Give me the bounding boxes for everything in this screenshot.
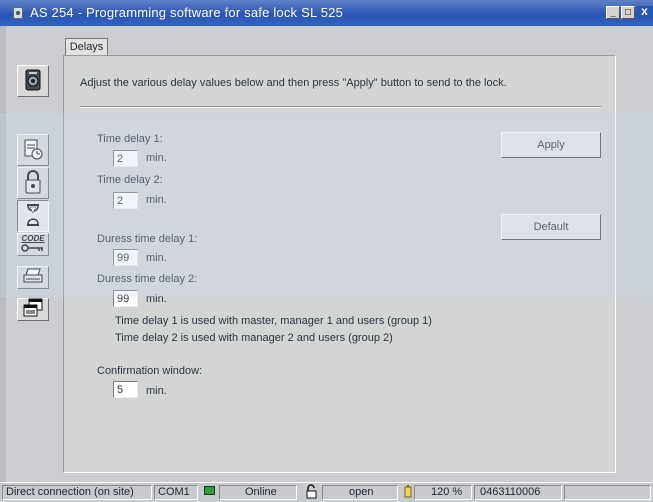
duress-delay-2-input[interactable] <box>113 290 138 307</box>
title-bar: AS 254 - Programming software for safe l… <box>0 0 653 26</box>
time-delay-1-label: Time delay 1: <box>97 133 163 145</box>
default-button[interactable]: Default <box>501 214 601 240</box>
main-window: Delays CODE <box>0 26 653 482</box>
status-lock-state: open <box>322 485 398 500</box>
duress-delay-2-unit: min. <box>146 293 167 305</box>
left-edge <box>0 26 6 482</box>
duress-delay-2-label: Duress time delay 2: <box>97 273 198 285</box>
battery-icon <box>404 485 412 501</box>
delays-panel <box>63 55 616 473</box>
note-group-1: Time delay 1 is used with master, manage… <box>115 315 432 327</box>
printer-icon <box>22 267 44 288</box>
duress-delay-1-unit: min. <box>146 252 167 264</box>
code-key-icon: CODE <box>21 233 45 243</box>
sidebar-item-windows[interactable] <box>17 298 49 321</box>
sidebar-item-user-times[interactable] <box>17 134 49 166</box>
sidebar-item-code-key[interactable]: CODE <box>17 233 49 256</box>
maximize-button[interactable]: □ <box>621 6 635 19</box>
sidebar-item-lock-settings[interactable] <box>17 65 49 97</box>
key-icon <box>21 243 45 255</box>
time-delay-1-input[interactable] <box>113 150 138 167</box>
status-empty <box>564 485 651 500</box>
status-bar: Direct connection (on site) COM1 Online … <box>0 482 653 501</box>
user-clock-icon <box>22 137 44 164</box>
windows-stack-icon <box>22 298 44 321</box>
confirmation-window-input[interactable] <box>113 381 138 398</box>
sidebar-item-padlock[interactable] <box>17 167 49 199</box>
duress-delay-1-input[interactable] <box>113 249 138 266</box>
duress-delay-1-label: Duress time delay 1: <box>97 233 198 245</box>
time-delay-2-unit: min. <box>146 194 167 206</box>
confirmation-window-label: Confirmation window: <box>97 365 203 377</box>
note-group-2: Time delay 2 is used with manager 2 and … <box>115 332 393 344</box>
status-port: COM1 <box>154 485 198 500</box>
app-icon <box>13 7 23 19</box>
confirmation-window-unit: min. <box>146 385 167 397</box>
instruction-text: Adjust the various delay values below an… <box>80 77 507 89</box>
tab-delays[interactable]: Delays <box>65 38 108 55</box>
status-online: Online <box>219 485 297 500</box>
online-led-icon <box>204 486 215 495</box>
status-serial: 0463110006 <box>474 485 562 500</box>
close-button[interactable]: x <box>636 5 653 19</box>
time-delay-1-unit: min. <box>146 152 167 164</box>
status-connection: Direct connection (on site) <box>2 485 152 500</box>
lock-body-icon <box>23 68 43 95</box>
sidebar-item-delays[interactable] <box>17 200 49 232</box>
minimize-button[interactable]: _ <box>606 6 620 19</box>
apply-button[interactable]: Apply <box>501 132 601 158</box>
window-title: AS 254 - Programming software for safe l… <box>30 5 343 20</box>
time-delay-2-input[interactable] <box>113 192 138 209</box>
status-zoom: 120 % <box>414 485 472 500</box>
padlock-open-icon <box>305 484 319 502</box>
padlock-icon <box>23 169 43 198</box>
time-delay-2-label: Time delay 2: <box>97 174 163 186</box>
sidebar-item-print[interactable] <box>17 266 49 289</box>
hourglass-icon <box>25 203 41 230</box>
separator-line <box>80 106 601 108</box>
